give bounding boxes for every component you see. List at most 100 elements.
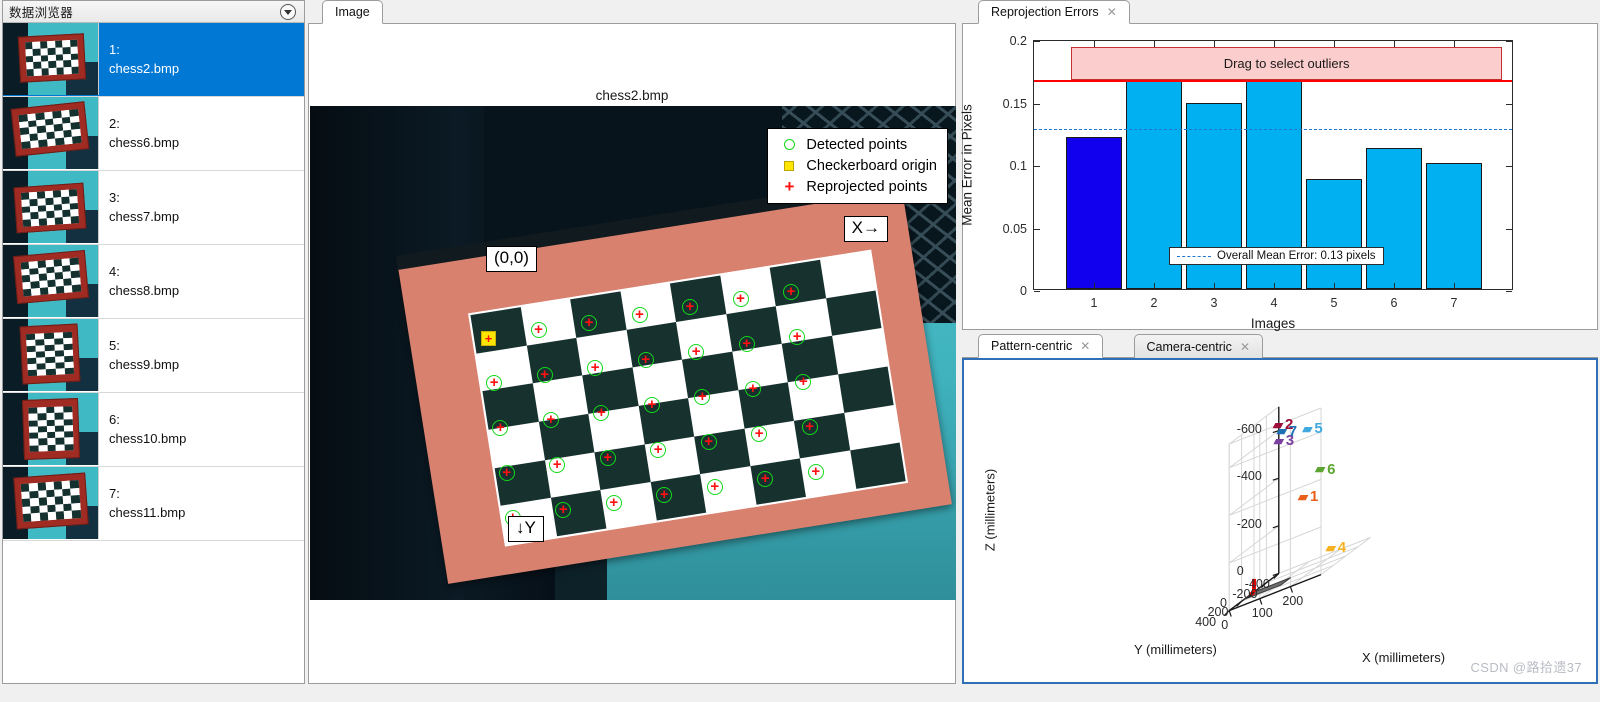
- chart-ytick-label: 0.05: [1002, 221, 1027, 236]
- camera-marker[interactable]: ▰ 7: [1277, 423, 1297, 440]
- tab-pattern-centric[interactable]: Pattern-centric ✕: [978, 334, 1104, 358]
- camera-icon: ▰: [1298, 488, 1309, 504]
- legend-detected-label: Detected points: [806, 136, 908, 153]
- annotation-x-axis: X→: [843, 216, 888, 242]
- square-icon: [776, 160, 802, 171]
- chart-xtick-mark: [1394, 283, 1395, 289]
- list-item-label: 6: chess10.bmp: [99, 393, 304, 466]
- chart-ytick-mark: [1034, 41, 1040, 42]
- chart-axes: Drag to select outliers Overall Mean Erro…: [1003, 34, 1513, 310]
- chart-ytick-mark: [1506, 166, 1512, 167]
- chart-ytick-label: 0.2: [1009, 34, 1027, 48]
- thumbnail: [3, 23, 99, 95]
- tab-image[interactable]: Image: [322, 0, 383, 24]
- annotation-y-axis: ↓Y: [508, 516, 544, 542]
- chart-bar[interactable]: [1426, 162, 1482, 289]
- extrinsics-3d-plot[interactable]: ▰ 1 ▰ 2 ▰ 3 ▰ 4 ▰ 5 ▰ 6 ▰ 7 -600 -400 -200 0 -400 -200 0 200 4…: [964, 360, 1596, 682]
- chart-ytick-mark: [1506, 41, 1512, 42]
- camera-marker[interactable]: ▰ 1: [1298, 488, 1318, 505]
- chart-xtick-mark: [1094, 41, 1095, 47]
- tab-reprojection-errors[interactable]: Reprojection Errors ✕: [978, 0, 1130, 24]
- list-item[interactable]: 7: chess11.bmp: [3, 467, 304, 541]
- camera-label: 4: [1337, 539, 1347, 557]
- camera-label: 7: [1288, 422, 1298, 440]
- list-item[interactable]: 6: chess10.bmp: [3, 393, 304, 467]
- list-item-filename: chess8.bmp: [109, 282, 180, 298]
- thumbnail: [3, 245, 99, 317]
- extrinsics-panel: Pattern-centric ✕ Camera-centric ✕ ▰ 1 ▰ 2 ▰ 3 ▰ 4…: [962, 334, 1598, 684]
- chart-ytick-mark: [1506, 103, 1512, 105]
- image-title: chess2.bmp: [595, 88, 669, 103]
- image-panel: Image chess2.bmp (0,0) X→ ↓Y: [308, 0, 956, 684]
- circle-icon: [776, 139, 802, 150]
- axis-tick-label: -400: [1236, 469, 1262, 484]
- camera-marker[interactable]: ▰ 5: [1302, 420, 1322, 437]
- extrinsics-tabstrip: Pattern-centric ✕ Camera-centric ✕: [962, 334, 1598, 358]
- calibration-photo[interactable]: (0,0) X→ ↓Y Detected points Checkerboard…: [310, 106, 956, 600]
- image-legend: Detected points Checkerboard origin + Re…: [767, 128, 948, 204]
- thumbnail: [3, 319, 99, 391]
- thumbnail: [3, 467, 99, 539]
- tab-camera-centric[interactable]: Camera-centric ✕: [1133, 334, 1263, 358]
- tab-reprojection-errors-label: Reprojection Errors: [991, 5, 1099, 19]
- x-tick-mark: [1289, 586, 1293, 593]
- list-item[interactable]: 3: chess7.bmp: [3, 171, 304, 245]
- chart-ytick-mark: [1034, 103, 1040, 105]
- image-tabstrip: Image: [308, 0, 956, 24]
- chart-xtick-label: 3: [1210, 296, 1218, 310]
- chart-xlabel: Images: [1250, 316, 1296, 331]
- list-item-index: 2:: [109, 115, 120, 131]
- chart-bar[interactable]: [1306, 179, 1362, 289]
- camera-marker[interactable]: ▰ 6: [1315, 461, 1335, 478]
- axis-tick-label: 0: [1236, 564, 1244, 579]
- legend-reprojected-label: Reprojected points: [806, 178, 928, 195]
- checkerboard-grid: [468, 249, 909, 547]
- list-item-index: 1:: [109, 41, 120, 57]
- chart-bar[interactable]: [1366, 147, 1422, 289]
- tab-image-label: Image: [335, 5, 370, 19]
- chart-ytick-mark: [1034, 291, 1040, 292]
- axis-tick-label: 100: [1251, 605, 1273, 620]
- camera-icon: ▰: [1315, 461, 1326, 477]
- image-list[interactable]: 1: chess2.bmp 2: chess6.bmp 3: chess7.bmp 4: ch…: [3, 23, 304, 683]
- chart-xtick-mark: [1454, 283, 1455, 289]
- chart-ytick-mark: [1506, 291, 1512, 292]
- x-tick-mark: [1259, 598, 1263, 605]
- list-item-label: 7: chess11.bmp: [99, 467, 304, 540]
- chevron-down-icon[interactable]: [280, 4, 296, 20]
- list-item-filename: chess7.bmp: [109, 208, 180, 224]
- chart-ytick-mark: [1034, 166, 1040, 167]
- x-tick-mark: [1228, 610, 1232, 617]
- thumbnail: [3, 97, 99, 169]
- chart-xtick-label: 6: [1390, 296, 1398, 310]
- list-item[interactable]: 4: chess8.bmp: [3, 245, 304, 319]
- list-item[interactable]: 1: chess2.bmp: [3, 23, 304, 97]
- chart-xtick-label: 4: [1270, 296, 1278, 310]
- chart-xtick-mark: [1094, 283, 1095, 289]
- reprojection-errors-chart[interactable]: Mean Error in Pixels Images Drag to sele…: [960, 24, 1597, 331]
- list-item-filename: chess6.bmp: [109, 134, 180, 150]
- chart-legend: Overall Mean Error: 0.13 pixels: [1169, 247, 1384, 265]
- camera-marker[interactable]: ▰ 4: [1326, 539, 1346, 556]
- close-icon[interactable]: ✕: [1107, 6, 1117, 18]
- extrinsics-3d-svg: [1223, 406, 1371, 617]
- list-item[interactable]: 5: chess9.bmp: [3, 319, 304, 393]
- image-canvas[interactable]: chess2.bmp (0,0) X→ ↓Y: [308, 24, 956, 684]
- list-item-index: 4:: [109, 263, 120, 279]
- watermark: CSDN @路拾遗37: [1470, 660, 1582, 675]
- axis-tick-label: -600: [1236, 421, 1262, 436]
- camera-label: 5: [1314, 420, 1323, 438]
- close-icon[interactable]: ✕: [1080, 340, 1090, 352]
- list-item-filename: chess10.bmp: [109, 430, 187, 446]
- chart-xtick-mark: [1394, 41, 1395, 47]
- outlier-threshold-line[interactable]: [1034, 79, 1512, 82]
- chart-bar[interactable]: [1066, 136, 1122, 289]
- list-item[interactable]: 2: chess6.bmp: [3, 97, 304, 171]
- axis-tick-label: -200: [1236, 516, 1262, 531]
- reprojection-tabstrip: Reprojection Errors ✕: [962, 0, 1598, 24]
- axis-tick-label: -200: [1232, 586, 1258, 601]
- close-icon[interactable]: ✕: [1240, 341, 1250, 353]
- drag-to-select-outliers-band[interactable]: Drag to select outliers: [1071, 47, 1502, 80]
- tab-label: Pattern-centric: [991, 339, 1073, 353]
- chart-xtick-mark: [1214, 41, 1215, 47]
